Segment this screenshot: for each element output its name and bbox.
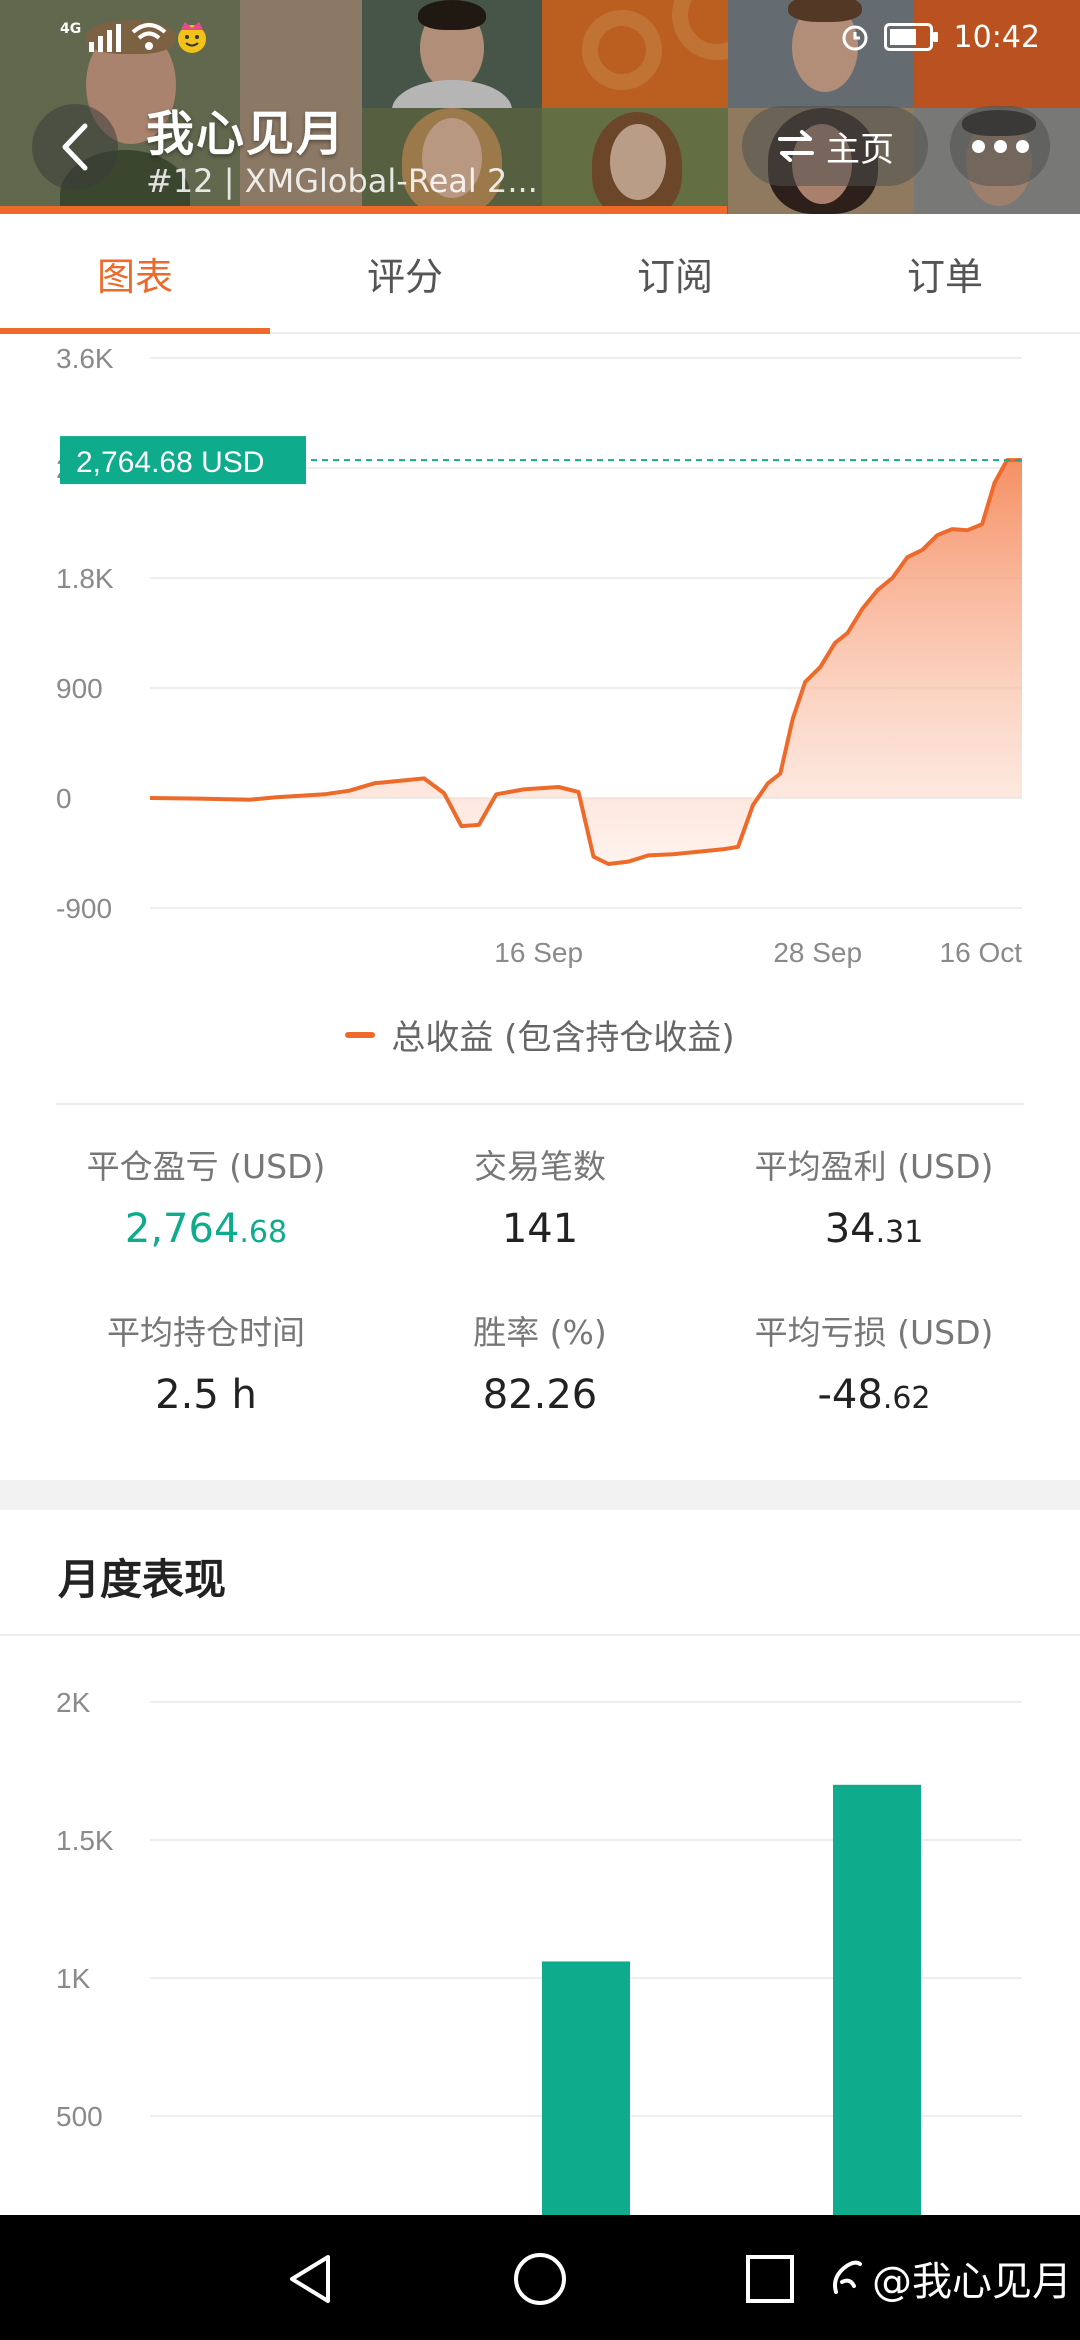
stat-value: 34.31 [825, 1206, 924, 1252]
stat-label: 平均盈利 (USD) [754, 1147, 994, 1186]
y-tick-label: 500 [56, 2101, 103, 2132]
signal-icon [89, 24, 122, 52]
stat-value-dec: .31 [875, 1215, 924, 1250]
series-area [150, 460, 1022, 864]
y-tick-label: 1K [56, 1963, 91, 1994]
stat-value-int: 82.26 [482, 1372, 598, 1418]
stat-value: 2,764.68 [125, 1206, 287, 1252]
tab-subscribe[interactable]: 订阅 [540, 214, 810, 332]
monthly-performance-title: 月度表现 [58, 1555, 227, 1604]
stat-avg-loss: 平均亏损 (USD) -48.62 [724, 1306, 1024, 1472]
legend-swatch [345, 1031, 376, 1038]
y-tick-label: 1.8K [56, 563, 114, 594]
divider [0, 1634, 1080, 1636]
stat-closed-pnl: 平仓盈亏 (USD) 2,764.68 [56, 1140, 356, 1306]
back-button[interactable] [32, 104, 118, 190]
stat-value-dec: .68 [239, 1215, 288, 1250]
stat-label: 胜率 (%) [473, 1313, 607, 1352]
legend-label: 总收益 (包含持仓收益) [391, 1018, 735, 1058]
stat-value: -48.62 [817, 1372, 930, 1418]
nav-recents-icon[interactable] [744, 2251, 796, 2307]
x-tick-label: 16 Oct [940, 937, 1023, 968]
stat-value: 2.5 h [155, 1372, 257, 1418]
profile-name: 我心见月 [146, 106, 347, 162]
network-type: 4G [60, 21, 82, 37]
swap-arrows-icon [778, 130, 814, 162]
status-bar-right: 10:42 [840, 14, 1040, 60]
chevron-left-icon [62, 123, 88, 171]
status-bar-left: 4G [60, 14, 209, 60]
stat-trade-count: 交易笔数 141 [390, 1140, 690, 1306]
more-dot [993, 139, 1007, 153]
header-accent-bar [0, 206, 727, 214]
bar [542, 1961, 630, 2215]
current-value-label: 2,764.68 USD [76, 446, 264, 479]
stat-value-int: 2.5 h [155, 1372, 257, 1418]
account-subtitle: #12 | XMGlobal-Real 2... [146, 162, 538, 200]
stat-avg-hold-time: 平均持仓时间 2.5 h [56, 1306, 356, 1472]
y-tick-label: -900 [56, 893, 112, 924]
tab-chart[interactable]: 图表 [0, 214, 270, 334]
stat-value-int: -48 [817, 1372, 883, 1418]
clock: 10:42 [953, 19, 1040, 55]
y-tick-label: 0 [56, 783, 72, 814]
stat-value-int: 34 [824, 1206, 876, 1252]
y-tick-label: 1.5K [56, 1825, 114, 1856]
total-profit-chart[interactable]: 3.6K2,7K1.8K9000-90016 Sep28 Sep16 Oct2,… [0, 334, 1080, 974]
system-navigation-bar: @我心见月 [0, 2215, 1080, 2340]
stat-win-rate: 胜率 (%) 82.26 [390, 1306, 690, 1472]
monthly-performance-chart[interactable]: 2K 1.5K 1K 500 [0, 1640, 1080, 2215]
nav-home-icon[interactable] [512, 2251, 568, 2307]
stat-value: 82.26 [483, 1372, 598, 1418]
chart-legend[interactable]: 总收益 (包含持仓收益) [0, 1010, 1080, 1059]
wifi-icon [131, 23, 167, 50]
stat-value-int: 2,764 [124, 1206, 240, 1252]
stat-label: 平均亏损 (USD) [754, 1313, 994, 1352]
stat-label: 平均持仓时间 [107, 1313, 305, 1352]
divider [56, 1103, 1024, 1105]
tab-rating[interactable]: 评分 [270, 214, 540, 332]
x-tick-label: 28 Sep [773, 937, 862, 968]
y-tick-label: 3.6K [56, 343, 114, 374]
section-separator [0, 1480, 1080, 1510]
home-button-label: 主页 [826, 129, 894, 170]
more-options-button[interactable] [950, 106, 1050, 186]
watermark-text: @我心见月 [872, 2259, 1072, 2305]
watermark: @我心见月 [828, 2249, 1072, 2307]
stat-value-int: 141 [501, 1206, 579, 1252]
stats-row: 平均持仓时间 2.5 h 胜率 (%) 82.26 平均亏损 (USD) -48… [56, 1306, 1024, 1472]
stats-row: 平仓盈亏 (USD) 2,764.68 交易笔数 141 平均盈利 (USD) … [56, 1140, 1024, 1306]
tab-orders[interactable]: 订单 [810, 214, 1080, 332]
weibo-logo-icon [833, 2260, 862, 2294]
tab-bar: 图表 评分 订阅 订单 [0, 214, 1080, 334]
stat-label: 交易笔数 [474, 1147, 606, 1186]
y-tick-label: 2K [56, 1687, 91, 1718]
stat-value: 141 [502, 1206, 578, 1252]
nav-back-icon[interactable] [284, 2251, 336, 2307]
x-tick-label: 16 Sep [494, 937, 583, 968]
more-dot [971, 139, 985, 153]
stats-grid: 平仓盈亏 (USD) 2,764.68 交易笔数 141 平均盈利 (USD) … [56, 1140, 1024, 1472]
stat-avg-profit: 平均盈利 (USD) 34.31 [724, 1140, 1024, 1306]
alarm-icon [842, 25, 868, 51]
battery-icon [883, 23, 938, 51]
stat-label: 平仓盈亏 (USD) [86, 1147, 326, 1186]
y-tick-label: 900 [56, 673, 103, 704]
emoji-notification-icon [178, 22, 207, 53]
stat-value-dec: .62 [882, 1381, 931, 1416]
more-dot [1015, 139, 1029, 153]
home-button[interactable]: 主页 [742, 106, 928, 186]
profile-header: 4G 10:42 我心见月 #12 | XMGlobal-Real 2... 主… [0, 0, 1080, 214]
bar [833, 1784, 921, 2215]
